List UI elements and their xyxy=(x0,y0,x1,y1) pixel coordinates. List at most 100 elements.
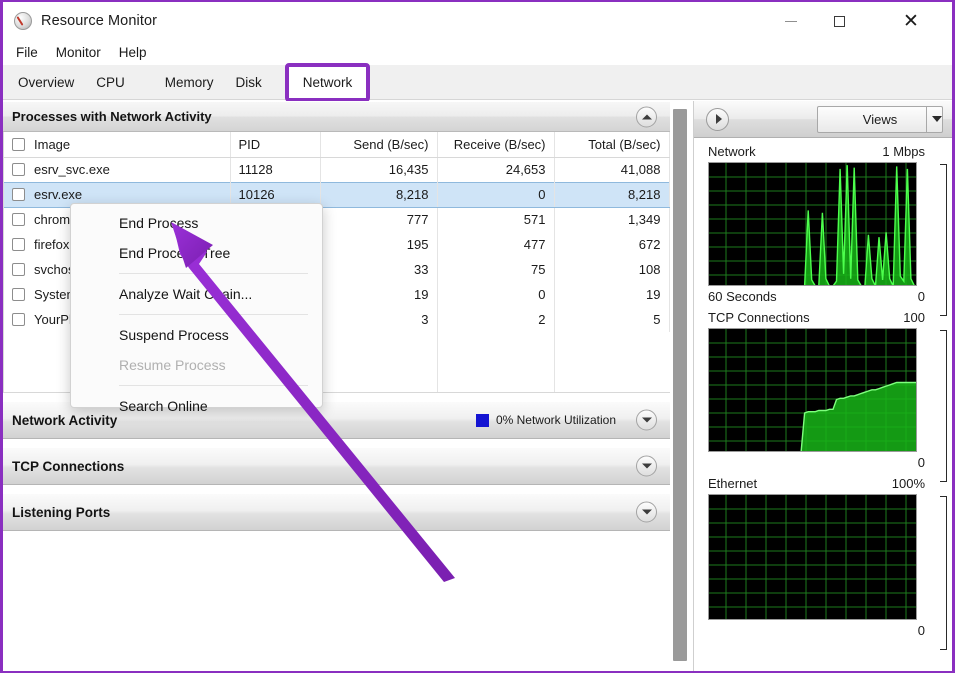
window-title: Resource Monitor xyxy=(41,13,158,29)
listening-ports-title: Listening Ports xyxy=(12,504,111,520)
context-menu-item-search-online[interactable]: Search Online xyxy=(71,391,322,421)
row-checkbox[interactable] xyxy=(12,188,25,201)
vertical-scrollbar[interactable] xyxy=(670,101,693,671)
cell-receive: 0 xyxy=(437,181,555,208)
column-header-total[interactable]: Total (B/sec) xyxy=(554,132,670,158)
cell-receive: 75 xyxy=(437,257,555,282)
cell-total: 672 xyxy=(554,232,670,257)
cell-send: 19 xyxy=(320,282,438,307)
network-axis-bracket xyxy=(940,164,947,316)
minimize-button[interactable] xyxy=(768,2,814,40)
gauge-icon xyxy=(14,12,32,30)
cell-total: 108 xyxy=(554,257,670,282)
views-button[interactable]: Views xyxy=(817,106,943,133)
cell-image: esrv.exe xyxy=(34,187,83,202)
cell-total: 8,218 xyxy=(554,181,670,208)
title-bar: Resource Monitor ✕ xyxy=(3,2,952,40)
context-menu-item-end-process-tree[interactable]: End Process Tree xyxy=(71,238,322,268)
menu-file[interactable]: File xyxy=(7,43,47,62)
tab-memory[interactable]: Memory xyxy=(154,69,225,96)
row-checkbox[interactable] xyxy=(12,313,25,326)
cell-receive: 477 xyxy=(437,232,555,257)
cell-receive: 571 xyxy=(437,207,555,232)
ethernet-graph-header: Ethernet 100% xyxy=(708,470,941,494)
column-header-receive[interactable]: Receive (B/sec) xyxy=(437,132,555,158)
chevron-down-icon[interactable] xyxy=(636,409,657,431)
context-menu-separator xyxy=(119,273,308,274)
cell-total: 41,088 xyxy=(554,157,670,182)
scrollbar-thumb[interactable] xyxy=(673,109,687,661)
tcp-graph-header: TCP Connections 100 xyxy=(708,304,941,328)
tcp-graph-ymax: 100 xyxy=(903,310,925,325)
context-menu-item-suspend-process[interactable]: Suspend Process xyxy=(71,320,322,350)
chevron-down-icon[interactable] xyxy=(636,501,657,523)
tab-network[interactable]: Network xyxy=(284,63,371,102)
cell-total: 1,349 xyxy=(554,207,670,232)
ethernet-graph-block: Ethernet 100% 0 xyxy=(694,470,952,650)
context-menu-separator xyxy=(119,385,308,386)
tab-disk[interactable]: Disk xyxy=(225,69,273,96)
maximize-icon xyxy=(833,15,845,27)
cell-send: 777 xyxy=(320,207,438,232)
tcp-graph-footer: 0 xyxy=(708,452,941,470)
resource-monitor-window: Resource Monitor ✕ File Monitor Help Ove… xyxy=(0,0,955,673)
process-context-menu: End Process End Process Tree Analyze Wai… xyxy=(70,203,323,414)
cell-send: 3 xyxy=(320,307,438,332)
network-graph-title: Network xyxy=(708,144,756,159)
tab-cpu[interactable]: CPU xyxy=(85,69,136,96)
tcp-connections-section-header[interactable]: TCP Connections xyxy=(3,447,670,485)
minimize-icon xyxy=(785,20,797,22)
row-checkbox[interactable] xyxy=(12,263,25,276)
column-header-pid[interactable]: PID xyxy=(230,132,321,158)
ethernet-graph-title: Ethernet xyxy=(708,476,758,491)
ethernet-graph-ymin: 0 xyxy=(917,623,925,638)
ethernet-graph-svg xyxy=(709,495,916,619)
cell-pid: 11128 xyxy=(230,157,321,182)
select-all-checkbox[interactable] xyxy=(12,137,25,151)
network-graph-ymax: 1 Mbps xyxy=(882,144,925,159)
row-checkbox[interactable] xyxy=(12,288,25,301)
table-row[interactable]: esrv_svc.exe 11128 16,435 24,653 41,088 xyxy=(4,157,670,182)
tab-overview[interactable]: Overview xyxy=(7,69,85,96)
tcp-axis-bracket xyxy=(940,330,947,482)
cell-receive: 24,653 xyxy=(437,157,555,182)
column-header-send[interactable]: Send (B/sec) xyxy=(320,132,438,158)
column-header-image[interactable]: Image xyxy=(4,132,231,158)
tcp-graph-ymin: 0 xyxy=(917,455,925,470)
table-header-row: Image PID Send (B/sec) Receive (B/sec) T… xyxy=(4,132,670,158)
menu-bar: File Monitor Help xyxy=(3,40,952,65)
chevron-down-icon[interactable] xyxy=(932,116,942,122)
views-label: Views xyxy=(862,112,898,127)
chevron-down-icon[interactable] xyxy=(636,455,657,477)
tcp-graph-canvas xyxy=(708,328,917,452)
chevron-up-icon[interactable] xyxy=(636,106,657,127)
cell-total: 5 xyxy=(554,307,670,332)
tab-bar: Overview CPU Memory Disk Network xyxy=(3,63,952,102)
cell-send: 195 xyxy=(320,232,438,257)
network-graph-header: Network 1 Mbps xyxy=(708,138,941,162)
chevron-right-icon[interactable] xyxy=(706,107,729,131)
network-utilization: 0% Network Utilization xyxy=(475,413,616,427)
menu-monitor[interactable]: Monitor xyxy=(47,43,110,62)
network-graph-xlabel: 60 Seconds xyxy=(708,289,777,304)
processes-section-header[interactable]: Processes with Network Activity xyxy=(3,101,670,132)
context-menu-item-resume-process: Resume Process xyxy=(119,357,226,373)
network-graph-block: Network 1 Mbps 60 Seconds 0 xyxy=(694,138,952,316)
row-checkbox[interactable] xyxy=(12,213,25,227)
menu-help[interactable]: Help xyxy=(110,43,156,62)
network-graph-footer: 60 Seconds 0 xyxy=(708,286,941,304)
network-graph-svg xyxy=(709,163,916,285)
listening-ports-section-header[interactable]: Listening Ports xyxy=(3,493,670,531)
context-menu-item-analyze-wait-chain[interactable]: Analyze Wait Chain... xyxy=(71,279,322,309)
network-graph-ymin: 0 xyxy=(917,289,925,304)
cell-receive: 2 xyxy=(437,307,555,332)
cell-send: 33 xyxy=(320,257,438,282)
row-checkbox[interactable] xyxy=(12,163,25,176)
close-button[interactable]: ✕ xyxy=(888,2,934,40)
row-checkbox[interactable] xyxy=(12,238,25,251)
tcp-graph-block: TCP Connections 100 0 xyxy=(694,304,952,482)
close-icon: ✕ xyxy=(903,10,919,32)
maximize-button[interactable] xyxy=(816,2,862,40)
ethernet-axis-bracket xyxy=(940,496,947,650)
context-menu-item-end-process[interactable]: End Process xyxy=(71,208,322,238)
